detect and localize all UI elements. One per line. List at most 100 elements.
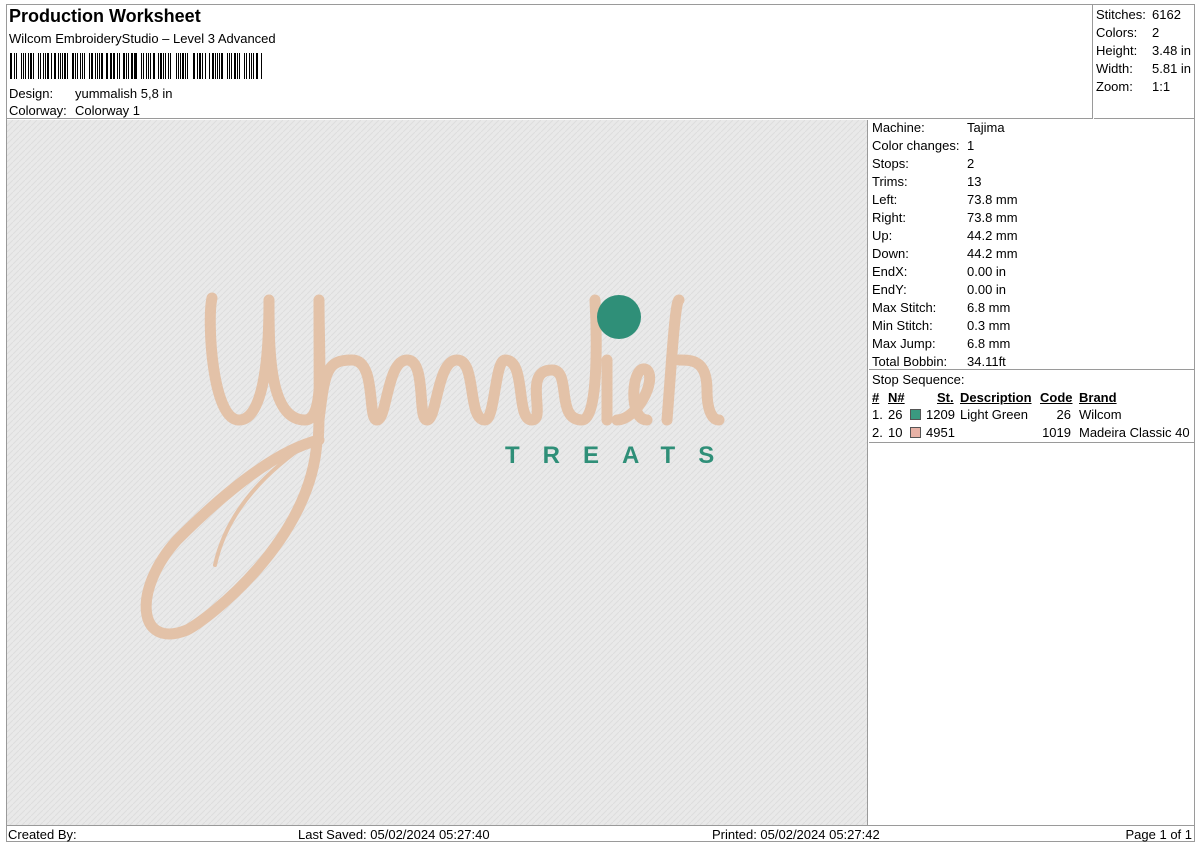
stitches-label: Stitches: <box>1096 7 1146 22</box>
barcode <box>10 53 264 79</box>
stitches-value: 6162 <box>1152 7 1181 22</box>
barcode-bar <box>126 53 127 79</box>
machine-row-label: EndX: <box>872 264 908 279</box>
machine-row: EndY: 0.00 in <box>872 282 1006 297</box>
barcode-bar <box>113 53 115 79</box>
width-label: Width: <box>1096 61 1133 76</box>
design-summary: Stitches: 6162 Colors: 2 Height: 3.48 in Wi… <box>1094 4 1195 119</box>
tagline-group: TREATS <box>505 442 737 469</box>
barcode-bar <box>37 53 39 79</box>
barcode-bar <box>142 53 144 79</box>
barcode-bar <box>45 53 46 79</box>
stop-row-st: 1209 <box>926 407 955 422</box>
barcode-bar <box>21 53 22 79</box>
machine-row: Right: 73.8 mm <box>872 210 1018 225</box>
barcode-bar <box>140 53 142 79</box>
stop-sequence: Stop Sequence: # N# St. Description Code… <box>869 370 1195 443</box>
barcode-bar <box>169 53 172 79</box>
barcode-bar <box>109 53 111 79</box>
machine-row-label: Max Stitch: <box>872 300 937 315</box>
barcode-bar <box>32 53 34 79</box>
barcode-bar <box>91 53 93 79</box>
stitches-row: Stitches: 6162 <box>1096 7 1181 22</box>
barcode-bar <box>211 53 214 79</box>
machine-row-label: Color changes: <box>872 138 960 153</box>
stop-row-st: 4951 <box>926 425 955 440</box>
stop-row-brand: Wilcom <box>1079 407 1122 422</box>
barcode-bar <box>182 53 185 79</box>
machine-row-label: Machine: <box>872 120 925 135</box>
machine-row-value: 73.8 mm <box>967 210 1018 225</box>
barcode-bar <box>260 53 262 79</box>
col-header-brand: Brand <box>1079 390 1117 405</box>
height-row: Height: 3.48 in <box>1096 43 1191 58</box>
logo-emblem-icon <box>597 295 641 339</box>
colorway-label: Colorway: <box>9 103 67 118</box>
machine-row-label: Total Bobbin: <box>872 354 948 369</box>
barcode-bar <box>199 53 201 79</box>
tagline-text: TREATS <box>505 442 737 469</box>
barcode-bar <box>246 53 247 79</box>
barcode-bar <box>54 53 56 79</box>
barcode-bar <box>221 53 223 79</box>
barcode-bar <box>194 53 196 79</box>
col-header-code: Code <box>1040 390 1073 405</box>
barcode-bar <box>256 53 258 79</box>
barcode-bar <box>39 53 42 79</box>
barcode-bar <box>192 53 194 79</box>
barcode-bar <box>15 53 17 79</box>
design-row: Design: yummalish 5,8 in <box>9 86 173 101</box>
fabric-background <box>7 120 867 825</box>
machine-row-label: Up: <box>872 228 893 243</box>
barcode-bar <box>226 53 228 79</box>
stop-row-num: 1. <box>872 407 883 422</box>
machine-row-value: 44.2 mm <box>967 246 1018 261</box>
machine-row: Trims: 13 <box>872 174 981 189</box>
machine-row-value: Tajima <box>967 120 1005 135</box>
barcode-bar <box>94 53 96 79</box>
machine-row-label: EndY: <box>872 282 907 297</box>
barcode-bar <box>71 53 74 79</box>
design-preview: TREATS <box>7 120 868 825</box>
barcode-bar <box>10 53 12 79</box>
barcode-bar <box>167 53 169 79</box>
barcode-bar <box>214 53 216 79</box>
barcode-bar <box>64 53 67 79</box>
machine-row-value: 13 <box>967 174 982 189</box>
barcode-bar <box>96 53 98 79</box>
page-number: Page 1 of 1 <box>1125 827 1193 842</box>
barcode-bar <box>13 53 15 79</box>
machine-row: Left: 73.8 mm <box>872 192 1018 207</box>
barcode-bar <box>157 53 159 79</box>
barcode-bar <box>116 53 118 79</box>
width-row: Width: 5.81 in <box>1096 61 1191 76</box>
barcode-bar <box>163 53 164 79</box>
worksheet-footer: Created By: Last Saved: 05/02/2024 05:27… <box>6 825 1195 842</box>
width-value: 5.81 in <box>1152 61 1192 76</box>
colorway-row: Colorway: Colorway 1 <box>9 103 140 118</box>
stop-row-n: 26 <box>888 407 903 422</box>
barcode-bar <box>57 53 59 79</box>
barcode-bar <box>98 53 100 79</box>
barcode-bar <box>204 53 207 79</box>
barcode-bar <box>83 53 86 79</box>
barcode-bar <box>89 53 91 79</box>
machine-row: Down: 44.2 mm <box>872 246 1018 261</box>
barcode-bar <box>133 53 135 79</box>
barcode-bar <box>81 53 83 79</box>
barcode-bar <box>123 53 126 79</box>
machine-row: Stops: 2 <box>872 156 974 171</box>
barcode-bar <box>30 53 32 79</box>
barcode-bar <box>145 53 148 79</box>
colors-value: 2 <box>1152 25 1160 40</box>
col-header-number: # <box>872 390 880 405</box>
thread-color-swatch <box>910 427 921 438</box>
barcode-bar <box>59 53 61 79</box>
barcode-bar <box>152 53 155 79</box>
barcode-bar <box>22 53 24 79</box>
barcode-bar <box>231 53 233 79</box>
barcode-bar <box>135 53 138 79</box>
machine-row: EndX: 0.00 in <box>872 264 1006 279</box>
machine-row-label: Right: <box>872 210 906 225</box>
col-header-description: Description <box>960 390 1032 405</box>
